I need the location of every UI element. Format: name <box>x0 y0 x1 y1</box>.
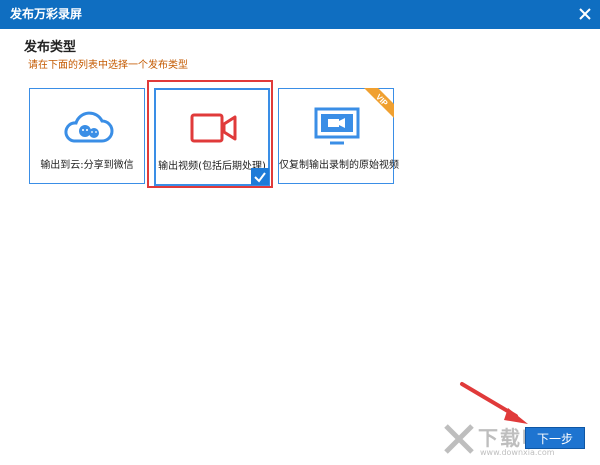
selected-check <box>251 168 269 185</box>
option-label: 仅复制输出录制的原始视频 <box>279 160 399 171</box>
monitor-video-icon <box>314 107 360 145</box>
check-icon <box>254 172 266 183</box>
option-copy-raw-video[interactable]: 仅复制输出录制的原始视频 VIP <box>278 88 399 184</box>
option-export-video[interactable]: 输出视频(包括后期处理) <box>154 88 270 186</box>
vip-badge: VIP <box>360 88 394 122</box>
cloud-share-icon <box>64 111 114 143</box>
next-button[interactable]: 下一步 <box>525 427 585 449</box>
video-camera-icon <box>190 113 237 143</box>
annotation-arrow <box>460 382 528 424</box>
option-label: 输出到云:分享到微信 <box>40 160 134 171</box>
section-title: 发布类型 <box>24 40 77 55</box>
option-cloud-share[interactable]: 输出到云:分享到微信 <box>29 88 145 184</box>
close-icon[interactable] <box>576 5 594 23</box>
title-bar: 发布万彩录屏 <box>0 0 600 29</box>
section-hint: 请在下面的列表中选择一个发布类型 <box>28 60 188 71</box>
window-title: 发布万彩录屏 <box>10 7 83 21</box>
